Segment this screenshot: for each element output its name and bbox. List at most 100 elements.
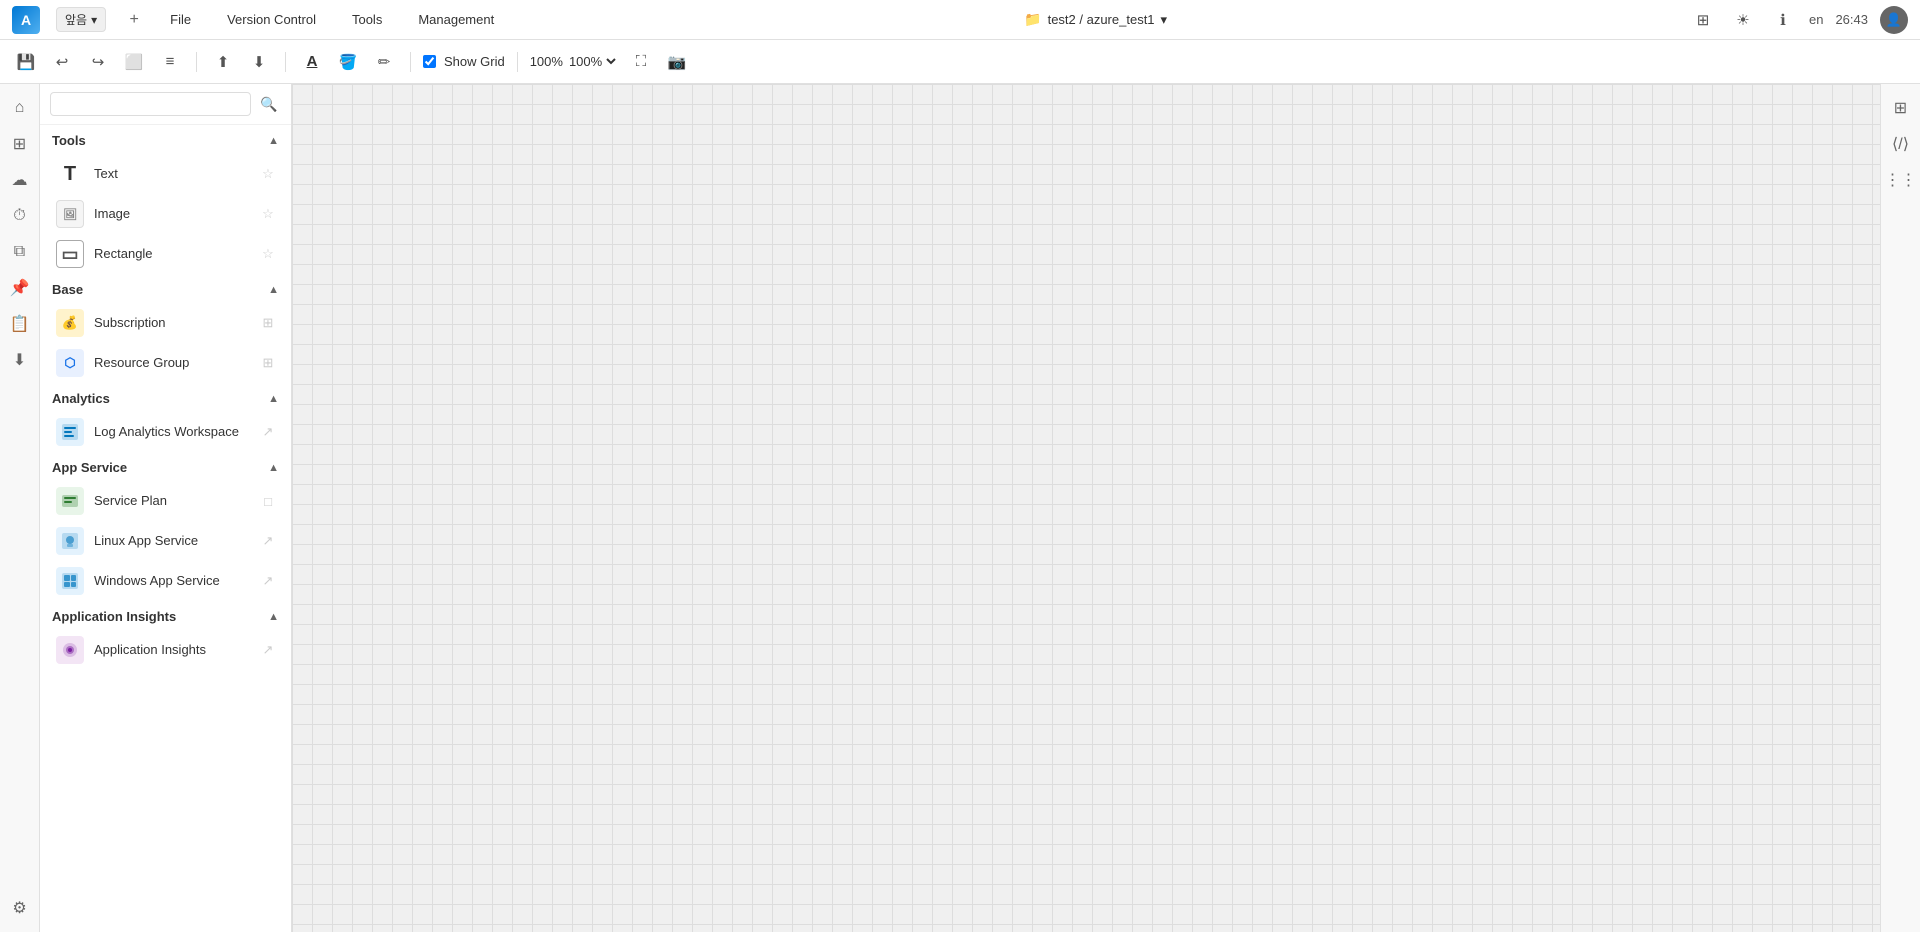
canvas-grid — [292, 84, 1880, 932]
service-plan-label: Service Plan — [94, 493, 257, 510]
export-button[interactable]: ⬆ — [209, 48, 237, 76]
menu-file[interactable]: File — [162, 8, 199, 31]
sidebar-search-container: 🔍 — [40, 84, 291, 125]
subscription-label: Subscription — [94, 315, 257, 332]
download-icon[interactable]: ⬇ — [4, 344, 36, 376]
service-plan-icon — [56, 487, 84, 515]
diagram-icon[interactable]: ⊞ — [4, 128, 36, 160]
project-path-text[interactable]: test2 / azure_test1 — [1048, 12, 1155, 27]
left-icon-bar: ⌂ ⊞ ☁ ⏱ ⧉ 📌 📋 ⬇ ⚙ — [0, 84, 40, 932]
text-tool-star-icon[interactable]: ☆ — [257, 163, 279, 185]
show-grid-checkbox[interactable] — [423, 55, 436, 68]
section-chevron-tools: ▲ — [268, 135, 279, 147]
frame-button[interactable]: ⬜ — [120, 48, 148, 76]
toolbar-separator-2 — [285, 52, 286, 72]
resource-group-action-icon[interactable]: ⊞ — [257, 352, 279, 374]
zoom-dropdown[interactable]: 100% 75% 50% 150% 200% — [565, 53, 619, 70]
right-icon-bar: ⊞ ⟨/⟩ ⋮⋮ — [1880, 84, 1920, 932]
section-title-base: Base — [52, 282, 83, 297]
redo-button[interactable]: ↪ — [84, 48, 112, 76]
fill-button[interactable]: 🪣 — [334, 48, 362, 76]
section-chevron-base: ▲ — [268, 284, 279, 296]
sidebar-item-text[interactable]: T Text ☆ — [40, 154, 291, 194]
time-display: 26:43 — [1835, 12, 1868, 27]
properties-icon[interactable]: ⋮⋮ — [1885, 164, 1917, 196]
list-button[interactable]: ≡ — [156, 48, 184, 76]
sidebar-item-log-analytics[interactable]: Log Analytics Workspace ↗ — [40, 412, 291, 452]
image-tool-star-icon[interactable]: ☆ — [257, 203, 279, 225]
text-tool-label: Text — [94, 166, 257, 183]
title-bar-right: ⊞ ☀ ℹ en 26:43 👤 — [1689, 6, 1908, 34]
resource-group-label: Resource Group — [94, 355, 257, 372]
search-icon[interactable]: 🔍 — [257, 92, 281, 116]
linux-app-label: Linux App Service — [94, 533, 257, 550]
windows-app-label: Windows App Service — [94, 573, 257, 590]
add-tab-button[interactable]: + — [122, 8, 146, 32]
layers-icon[interactable]: ⧉ — [4, 236, 36, 268]
import-button[interactable]: ⬇ — [245, 48, 273, 76]
user-avatar[interactable]: 👤 — [1880, 6, 1908, 34]
tab-chevron-icon: ▾ — [91, 13, 97, 27]
sidebar-item-resource-group[interactable]: ⬡ Resource Group ⊞ — [40, 343, 291, 383]
save-button[interactable]: 💾 — [12, 48, 40, 76]
section-header-tools[interactable]: Tools ▲ — [40, 125, 291, 154]
cloud-icon[interactable]: ☁ — [4, 164, 36, 196]
section-header-app-insights[interactable]: Application Insights ▲ — [40, 601, 291, 630]
show-grid-label[interactable]: Show Grid — [423, 54, 505, 69]
info-icon[interactable]: ℹ — [1769, 6, 1797, 34]
sidebar-item-image[interactable]: 🖼 Image ☆ — [40, 194, 291, 234]
sidebar-item-windows-app[interactable]: Windows App Service ↗ — [40, 561, 291, 601]
section-header-base[interactable]: Base ▲ — [40, 274, 291, 303]
text-color-button[interactable]: A — [298, 48, 326, 76]
subscription-action-icon[interactable]: ⊞ — [257, 312, 279, 334]
windows-app-action-icon[interactable]: ↗ — [257, 570, 279, 592]
menu-bar: File Version Control Tools Management — [162, 8, 502, 31]
table-icon[interactable]: ⊞ — [1885, 92, 1917, 124]
section-header-app-service[interactable]: App Service ▲ — [40, 452, 291, 481]
layout-icon[interactable]: ⊞ — [1689, 6, 1717, 34]
image-tool-icon: 🖼 — [56, 200, 84, 228]
sidebar-item-rectangle[interactable]: ▭ Rectangle ☆ — [40, 234, 291, 274]
section-header-analytics[interactable]: Analytics ▲ — [40, 383, 291, 412]
clipboard-icon[interactable]: 📋 — [4, 308, 36, 340]
search-input[interactable] — [50, 92, 251, 116]
path-chevron-icon: ▾ — [1161, 12, 1168, 28]
canvas-area[interactable] — [292, 84, 1880, 932]
app-insights-icon — [56, 636, 84, 664]
app-insights-label: Application Insights — [94, 642, 257, 659]
section-chevron-analytics: ▲ — [268, 393, 279, 405]
sidebar: 🔍 Tools ▲ T Text ☆ 🖼 Image ☆ ▭ Rectangle… — [40, 84, 292, 932]
history-icon[interactable]: ⏱ — [4, 200, 36, 232]
section-title-tools: Tools — [52, 133, 86, 148]
home-icon[interactable]: ⌂ — [4, 92, 36, 124]
sidebar-item-service-plan[interactable]: Service Plan □ — [40, 481, 291, 521]
pin-icon[interactable]: 📌 — [4, 272, 36, 304]
menu-tools[interactable]: Tools — [344, 8, 390, 31]
linux-app-action-icon[interactable]: ↗ — [257, 530, 279, 552]
settings-icon[interactable]: ⚙ — [4, 892, 36, 924]
code-icon[interactable]: ⟨/⟩ — [1885, 128, 1917, 160]
text-tool-icon: T — [56, 160, 84, 188]
service-plan-action-icon[interactable]: □ — [257, 490, 279, 512]
main-area: ⌂ ⊞ ☁ ⏱ ⧉ 📌 📋 ⬇ ⚙ 🔍 Tools ▲ T Text ☆ 🖼 I… — [0, 84, 1920, 932]
sidebar-item-app-insights[interactable]: Application Insights ↗ — [40, 630, 291, 670]
highlight-button[interactable]: ✏ — [370, 48, 398, 76]
toolbar-separator-1 — [196, 52, 197, 72]
sidebar-item-subscription[interactable]: 💰 Subscription ⊞ — [40, 303, 291, 343]
log-analytics-label: Log Analytics Workspace — [94, 424, 257, 441]
log-analytics-action-icon[interactable]: ↗ — [257, 421, 279, 443]
screenshot-button[interactable]: 📷 — [663, 48, 691, 76]
language-selector[interactable]: en — [1809, 12, 1823, 27]
linux-app-icon — [56, 527, 84, 555]
tab-dropdown[interactable]: 앞음 ▾ — [56, 7, 106, 32]
rectangle-tool-icon: ▭ — [56, 240, 84, 268]
undo-button[interactable]: ↩ — [48, 48, 76, 76]
sidebar-item-linux-app[interactable]: Linux App Service ↗ — [40, 521, 291, 561]
menu-management[interactable]: Management — [410, 8, 502, 31]
menu-version-control[interactable]: Version Control — [219, 8, 324, 31]
title-bar: A 앞음 ▾ + File Version Control Tools Mana… — [0, 0, 1920, 40]
theme-icon[interactable]: ☀ — [1729, 6, 1757, 34]
app-insights-action-icon[interactable]: ↗ — [257, 639, 279, 661]
fullscreen-button[interactable]: ⛶ — [627, 48, 655, 76]
rectangle-tool-star-icon[interactable]: ☆ — [257, 243, 279, 265]
